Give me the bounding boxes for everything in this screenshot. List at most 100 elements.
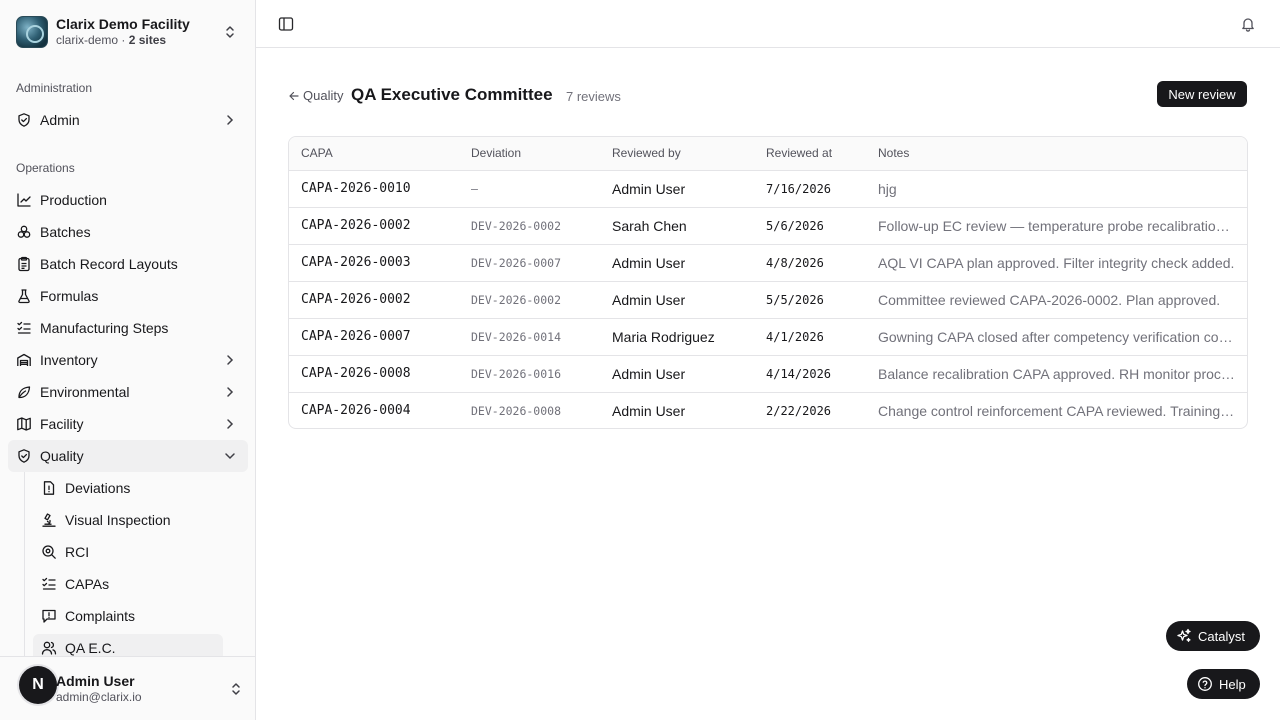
table-row[interactable]: CAPA-2026-0007 DEV-2026-0014 Maria Rodri… <box>289 318 1247 355</box>
cell-reviewed-by: Admin User <box>612 402 686 419</box>
help-label: Help <box>1219 676 1246 692</box>
cell-reviewed-at: 4/14/2026 <box>766 366 832 381</box>
chevron-down-icon <box>225 453 235 460</box>
table-row[interactable]: CAPA-2026-0008 DEV-2026-0016 Admin User … <box>289 355 1247 392</box>
flask-icon <box>18 289 30 304</box>
cell-deviation: DEV-2026-0008 <box>471 403 562 418</box>
table-row[interactable]: CAPA-2026-0002 DEV-2026-0002 Sarah Chen … <box>289 207 1247 244</box>
sidebar-subitem-label: Complaints <box>65 608 136 624</box>
cell-notes: Change control reinforcement CAPA review… <box>878 402 1247 419</box>
sidebar-item-label: Formulas <box>40 288 99 304</box>
sidebar-item-production[interactable]: Production <box>8 184 248 216</box>
sidebar-subitem-rci[interactable]: RCI <box>33 538 223 566</box>
message-alert-icon <box>42 609 56 623</box>
column-header-notes[interactable]: Notes <box>866 137 1247 171</box>
back-link-label: Quality <box>303 88 344 103</box>
sidebar-subitem-label: CAPAs <box>65 576 110 592</box>
sidebar-item-batch-record-layouts[interactable]: Batch Record Layouts <box>8 248 248 280</box>
sidebar-item-batches[interactable]: Batches <box>8 216 248 248</box>
shield-icon <box>18 449 30 463</box>
sidebar-item-label: Production <box>40 192 107 208</box>
table-row[interactable]: CAPA-2026-0002 DEV-2026-0002 Admin User … <box>289 281 1247 318</box>
help-button[interactable]: Help <box>1187 669 1260 699</box>
sidebar-subitem-label: Visual Inspection <box>65 512 171 528</box>
shield-check-icon <box>18 113 30 127</box>
sidebar-subitem-capas[interactable]: CAPAs <box>33 570 223 598</box>
list-check-icon <box>17 321 31 334</box>
sidebar-item-label: Environmental <box>40 384 130 400</box>
chevrons-up-down-icon <box>226 26 234 38</box>
cell-notes: Gowning CAPA closed after competency ver… <box>878 328 1247 345</box>
table-row[interactable]: CAPA-2026-0004 DEV-2026-0008 Admin User … <box>289 392 1247 428</box>
column-header-deviation[interactable]: Deviation <box>459 137 600 171</box>
column-header-capa[interactable]: CAPA <box>289 137 459 171</box>
catalyst-label: Catalyst <box>1198 628 1245 644</box>
cell-capa: CAPA-2026-0002 <box>301 218 411 233</box>
cell-capa: CAPA-2026-0002 <box>301 292 411 307</box>
arrow-left-icon <box>289 91 299 100</box>
sidebar-item-label: Manufacturing Steps <box>40 320 169 336</box>
catalyst-button[interactable]: Catalyst <box>1166 621 1260 651</box>
cell-reviewed-at: 7/16/2026 <box>766 181 832 196</box>
sidebar-item-facility[interactable]: Facility <box>8 408 248 440</box>
column-header-reviewed-at[interactable]: Reviewed at <box>754 137 866 171</box>
sidebar-item-inventory[interactable]: Inventory <box>8 344 248 376</box>
sidebar-item-formulas[interactable]: Formulas <box>8 280 248 312</box>
cell-reviewed-at: 2/22/2026 <box>766 403 832 418</box>
sidebar: Clarix Demo Facility clarix-demo · 2 sit… <box>0 0 256 720</box>
org-name: Clarix Demo Facility <box>56 16 190 32</box>
table-row[interactable]: CAPA-2026-0010 — Admin User 7/16/2026 hj… <box>289 170 1247 207</box>
sidebar-item-environmental[interactable]: Environmental <box>8 376 248 408</box>
sidebar-subitem-label: QA E.C. <box>65 640 116 656</box>
sidebar-subitem-label: Deviations <box>65 480 131 496</box>
sidebar-item-quality[interactable]: Quality <box>8 440 248 472</box>
chevron-right-icon <box>227 355 234 365</box>
cell-capa: CAPA-2026-0010 <box>301 181 411 196</box>
cell-notes: Committee reviewed CAPA-2026-0002. Plan … <box>878 291 1221 308</box>
cell-notes: Follow-up EC review — temperature probe … <box>878 217 1247 234</box>
sidebar-item-label: Quality <box>40 448 84 464</box>
cell-capa: CAPA-2026-0004 <box>301 403 411 419</box>
sidebar-item-label: Facility <box>40 416 84 432</box>
sidebar-item-label: Admin <box>40 112 80 128</box>
table-row[interactable]: CAPA-2026-0003 DEV-2026-0007 Admin User … <box>289 244 1247 281</box>
user-email: admin@clarix.io <box>56 690 142 704</box>
org-switcher[interactable]: Clarix Demo Facility clarix-demo · 2 sit… <box>8 8 248 56</box>
group-label-operations: Operations <box>16 161 75 175</box>
sidebar-item-manufacturing-steps[interactable]: Manufacturing Steps <box>8 312 248 344</box>
microscope-icon <box>42 513 56 527</box>
chart-icon <box>17 193 31 207</box>
cell-reviewed-at: 4/8/2026 <box>766 255 824 270</box>
cell-deviation: DEV-2026-0016 <box>471 366 562 381</box>
group-label-administration: Administration <box>16 81 93 95</box>
sidebar-subitem-label: RCI <box>65 544 90 560</box>
review-count: 7 reviews <box>566 89 621 104</box>
search-icon <box>42 545 56 559</box>
batches-icon <box>17 225 31 238</box>
leaf-icon <box>18 386 31 399</box>
cell-reviewed-by: Maria Rodriguez <box>612 328 715 345</box>
top-bar <box>256 0 1280 48</box>
clipboard-icon <box>18 256 30 272</box>
sidebar-item-label: Batch Record Layouts <box>40 256 178 272</box>
back-to-quality-link[interactable]: Quality <box>288 88 343 103</box>
reviews-table: CAPA Deviation Reviewed by Reviewed at N… <box>288 136 1248 429</box>
cell-deviation: DEV-2026-0002 <box>471 218 562 233</box>
cell-notes: hjg <box>878 180 897 197</box>
user-menu[interactable]: N Admin User admin@clarix.io <box>0 656 255 720</box>
cell-deviation: DEV-2026-0007 <box>471 255 562 270</box>
sidebar-item-label: Batches <box>40 224 91 240</box>
sidebar-subitem-complaints[interactable]: Complaints <box>33 602 223 630</box>
cell-capa: CAPA-2026-0007 <box>301 329 411 344</box>
cell-reviewed-at: 5/6/2026 <box>766 218 824 233</box>
bell-icon[interactable] <box>1240 16 1256 32</box>
sidebar-subitem-visual-inspection[interactable]: Visual Inspection <box>33 506 223 534</box>
users-icon <box>41 641 57 655</box>
column-header-reviewed-by[interactable]: Reviewed by <box>600 137 754 171</box>
sidebar-item-label: Inventory <box>40 352 98 368</box>
list-check-icon <box>42 577 56 590</box>
new-review-button[interactable]: New review <box>1157 81 1247 107</box>
sidebar-toggle-icon[interactable] <box>278 16 294 32</box>
sidebar-item-admin[interactable]: Admin <box>8 104 248 136</box>
sidebar-subitem-deviations[interactable]: Deviations <box>33 474 223 502</box>
